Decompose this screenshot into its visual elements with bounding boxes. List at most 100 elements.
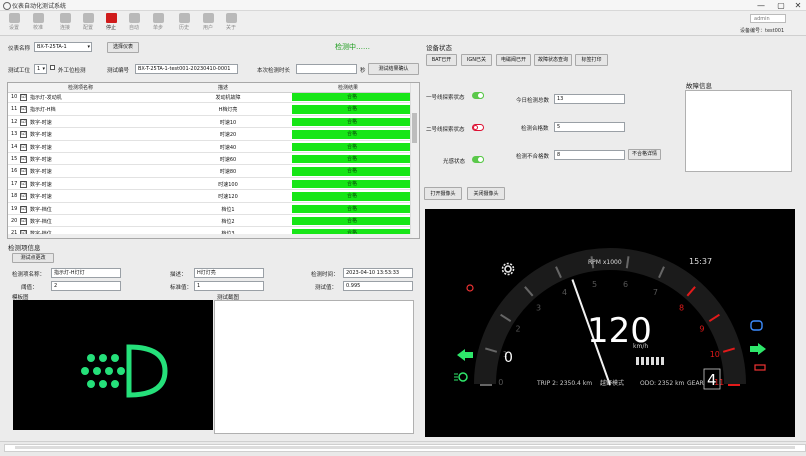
row-checkbox[interactable]: ☑ <box>20 143 27 151</box>
probe1-toggle[interactable] <box>472 92 484 99</box>
table-row[interactable]: 15 ☑ 数字-时速 时速60 合格 <box>8 155 412 166</box>
sensor-toggle[interactable] <box>472 156 484 163</box>
close-button[interactable]: ✕ <box>789 0 806 11</box>
solenoid-button[interactable]: 电磁阀已开 <box>496 54 531 66</box>
bottom-scrollbar[interactable] <box>4 444 806 452</box>
table-row[interactable]: 14 ☑ 数字-时速 时速40 合格 <box>8 142 412 153</box>
label-print-button[interactable]: 标签打印 <box>575 54 608 66</box>
row-result: 合格 <box>292 117 412 127</box>
table-hscrollbar[interactable] <box>8 234 412 238</box>
row-checkbox[interactable]: ☑ <box>20 193 27 201</box>
row-description: 时速60 <box>219 157 237 163</box>
external-station-label: 外工位检测 <box>58 68 86 74</box>
row-checkbox[interactable]: ☑ <box>20 131 27 139</box>
row-description: H档灯亮 <box>218 107 238 114</box>
fault-query-button[interactable]: 故障状态查询 <box>534 54 572 66</box>
test-no-field[interactable]: BX-T-25TA-1-test001-20230410-0001 <box>135 64 238 74</box>
row-item-name: 数字-时速 <box>30 194 52 201</box>
gear-settings-icon <box>501 262 515 276</box>
row-checkbox[interactable]: ☑ <box>20 156 27 163</box>
ign-button[interactable]: IGN已关 <box>461 54 492 66</box>
open-camera-button[interactable]: 打开摄像头 <box>424 187 462 200</box>
threshold-label: 阈值： <box>21 285 38 291</box>
settings-button[interactable]: 设置 <box>4 12 24 34</box>
calibrate-button[interactable]: 校准 <box>28 12 48 34</box>
row-checkbox[interactable]: ☑ <box>20 218 27 225</box>
table-row[interactable]: 18 ☑ 数字-时速 时速120 合格 <box>8 192 412 203</box>
select-instrument-button[interactable]: 选择仪表 <box>107 42 139 53</box>
table-scrollbar[interactable] <box>410 83 419 238</box>
duration-field[interactable] <box>296 64 357 74</box>
user-select[interactable]: admin <box>750 14 786 23</box>
test-value-field[interactable]: 0.995 <box>343 281 413 291</box>
config-button[interactable]: 配置 <box>78 12 98 34</box>
row-item-name: 数字-时速 <box>30 119 52 126</box>
station-select[interactable]: 1 <box>34 64 47 74</box>
table-row[interactable]: 11 ☑ 指示灯-H档 H档灯亮 合格 <box>8 105 412 116</box>
table-row[interactable]: 10 ☑ 指示灯-发动机 发动机故障 合格 <box>8 93 412 104</box>
today-count-field[interactable]: 13 <box>554 94 625 104</box>
maximize-button[interactable]: ▢ <box>772 0 790 11</box>
close-camera-button[interactable]: 关闭摄像头 <box>467 187 505 200</box>
row-checkbox[interactable]: ☑ <box>20 180 27 188</box>
table-row[interactable]: 17 ☑ 数字-时速 时速100 合格 <box>8 179 412 191</box>
minimize-button[interactable]: — <box>752 0 770 11</box>
window-title: 仪表自动化测试系统 <box>12 3 67 10</box>
stop-button[interactable]: 停止 <box>101 12 121 34</box>
fail-count-field[interactable]: 8 <box>554 150 625 160</box>
test-image <box>214 300 414 434</box>
info-icon <box>225 13 237 23</box>
threshold-field[interactable]: 2 <box>51 281 121 291</box>
scroll-thumb[interactable] <box>412 113 417 143</box>
row-result: 合格 <box>292 179 412 189</box>
rpm-tick-label: 7 <box>653 288 658 297</box>
fail-details-button[interactable]: 不合格详情 <box>628 149 661 160</box>
row-item-name: 数字-档位 <box>30 206 52 213</box>
row-item-name: 数字-时速 <box>30 181 52 188</box>
row-number: 14 <box>11 143 18 150</box>
bat-button[interactable]: BAT已开 <box>426 54 457 66</box>
update-point-button[interactable]: 测试点更改 <box>12 253 54 263</box>
instrument-select[interactable]: BX-T-25TA-1 <box>34 42 92 52</box>
fuel-gauge <box>636 357 664 365</box>
row-checkbox[interactable]: ☑ <box>20 168 27 176</box>
rpm-tick-label: 0 <box>498 378 503 387</box>
user-button[interactable]: 用户 <box>198 12 218 34</box>
sliders-icon <box>82 13 94 23</box>
detail-desc-field[interactable]: H灯灯亮 <box>194 268 264 278</box>
detail-name-field[interactable]: 指示灯-H灯灯 <box>51 268 121 278</box>
external-station-checkbox[interactable] <box>50 65 55 70</box>
about-button[interactable]: 关于 <box>221 12 241 34</box>
standard-field[interactable]: 1 <box>194 281 264 291</box>
row-description: 时速120 <box>218 194 238 201</box>
table-row[interactable]: 12 ☑ 数字-时速 时速10 合格 <box>8 117 412 129</box>
row-checkbox[interactable]: ☑ <box>20 106 27 114</box>
table-row[interactable]: 16 ☑ 数字-时速 时速80 合格 <box>8 167 412 178</box>
auto-icon <box>128 13 140 23</box>
test-no-label: 测试编号 <box>107 68 130 74</box>
test-status: 检测中…… <box>335 43 370 51</box>
history-button[interactable]: 历史 <box>174 12 194 34</box>
step-button[interactable]: 单步 <box>148 12 168 34</box>
table-row[interactable]: 19 ☑ 数字-档位 档位1 合格 <box>8 204 412 215</box>
sensor-label: 光感状态 <box>443 159 466 165</box>
confirm-result-button[interactable]: 测试结果确认 <box>368 63 419 75</box>
pass-count-field[interactable]: 5 <box>554 122 625 132</box>
detail-time-field[interactable]: 2023-04-10 13:53:33 <box>343 268 413 278</box>
test-items-table: 检测项名称 描述 检测结果 10 ☑ 指示灯-发动机 发动机故障 合格 11 ☑ 指示灯-H档… <box>7 82 420 239</box>
auto-button[interactable]: 自动 <box>124 12 144 34</box>
row-item-name: 指示灯-发动机 <box>30 95 62 101</box>
drive-mode: 越野模式 <box>600 379 624 387</box>
bottom-scroll-thumb[interactable] <box>15 446 795 449</box>
low-beam-icon <box>750 320 763 331</box>
standard-image <box>13 300 213 430</box>
connect-button[interactable]: 连接 <box>55 12 75 34</box>
row-checkbox[interactable]: ☑ <box>20 94 27 101</box>
right-turn-icon <box>750 343 766 355</box>
row-checkbox[interactable]: ☑ <box>20 205 27 213</box>
table-row[interactable]: 13 ☑ 数字-时速 时速20 合格 <box>8 130 412 141</box>
probe2-toggle[interactable] <box>472 124 484 131</box>
row-checkbox[interactable]: ☑ <box>20 118 27 126</box>
row-result: 合格 <box>292 93 412 102</box>
table-row[interactable]: 20 ☑ 数字-档位 档位2 合格 <box>8 217 412 228</box>
